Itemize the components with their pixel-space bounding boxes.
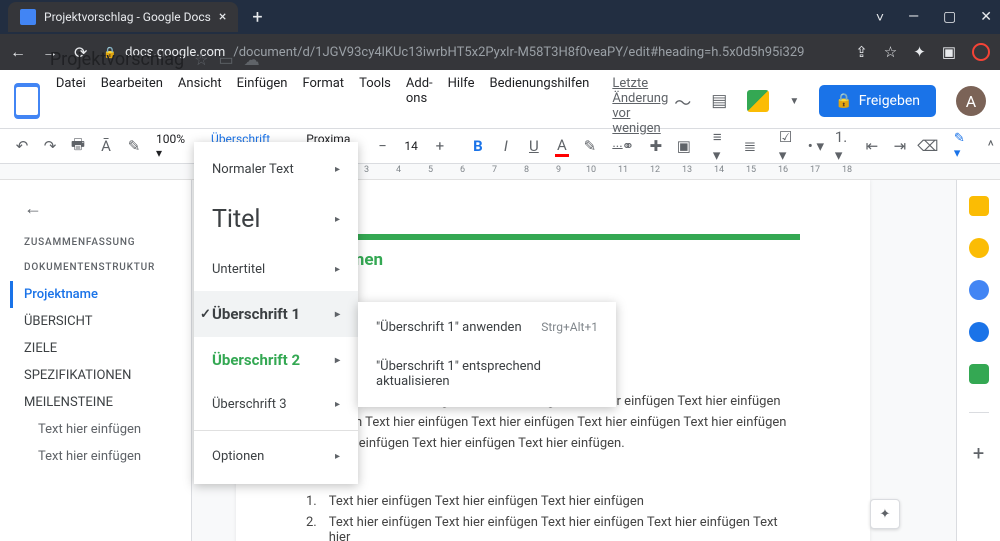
profile-icon[interactable] xyxy=(972,43,990,61)
apply-label: "Überschrift 1" anwenden xyxy=(376,320,522,335)
outline-item-projektname[interactable]: Projektname xyxy=(10,281,191,308)
cloud-icon[interactable]: ☁ xyxy=(244,50,260,69)
decrease-font-button[interactable]: − xyxy=(370,133,394,159)
clear-format-button[interactable]: ⌫ xyxy=(916,133,940,159)
bullet-list-button[interactable]: • ▾ xyxy=(804,133,828,159)
comments-icon[interactable]: ▤ xyxy=(711,91,727,111)
style-heading-1[interactable]: ✓Überschrift 1▸ xyxy=(194,291,358,337)
paint-format-button[interactable]: ✎ xyxy=(122,133,146,159)
increase-font-button[interactable]: + xyxy=(428,133,452,159)
outline-item-uebersicht[interactable]: ÜBERSICHT xyxy=(10,308,191,335)
docs-logo-icon[interactable] xyxy=(14,83,40,119)
underline-button[interactable]: U xyxy=(522,133,546,159)
share-url-icon[interactable]: ⇪ xyxy=(855,43,868,61)
add-addon-button[interactable]: + xyxy=(973,441,984,465)
window-icon[interactable]: ▣ xyxy=(942,43,956,61)
link-button[interactable]: ⚭ xyxy=(616,133,640,159)
browser-titlebar: Projektvorschlag - Google Docs × + ˅ — ▢… xyxy=(0,0,1000,34)
comment-button[interactable]: ✚ xyxy=(644,133,668,159)
outline-back-button[interactable]: ← xyxy=(10,194,191,223)
outline-item-spezifikationen[interactable]: SPEZIFIKATIONEN xyxy=(10,362,191,389)
style-heading-3[interactable]: Überschrift 3▸ xyxy=(194,383,358,426)
checklist-button[interactable]: ☑ ▾ xyxy=(776,133,800,159)
minimize-icon[interactable]: ˅ xyxy=(876,9,884,26)
print-button[interactable]: 🖶 xyxy=(66,133,90,159)
shortcut-label: Strg+Alt+1 xyxy=(541,320,598,335)
lock-share-icon: 🔒 xyxy=(835,93,852,109)
back-button[interactable]: ← xyxy=(10,42,26,62)
text-color-button[interactable]: A xyxy=(550,133,574,159)
tasks-icon[interactable] xyxy=(969,280,989,300)
minimize-btn[interactable]: — xyxy=(908,9,919,26)
maximize-btn[interactable]: ▢ xyxy=(943,9,956,26)
image-button[interactable]: ▣ xyxy=(672,133,696,159)
star-icon[interactable]: ☆ xyxy=(194,50,208,69)
close-window-btn[interactable]: ✕ xyxy=(980,9,992,26)
highlight-button[interactable]: ✎ xyxy=(578,133,602,159)
style-heading-2[interactable]: Überschrift 2▸ xyxy=(194,337,358,383)
outline-item-meilensteine[interactable]: MEILENSTEINE xyxy=(10,389,191,416)
move-icon[interactable]: ▭ xyxy=(218,50,233,69)
summary-heading: ZUSAMMENFASSUNG xyxy=(24,237,191,248)
extension-icon[interactable]: ✦ xyxy=(913,43,926,61)
apply-heading-1[interactable]: "Überschrift 1" anwenden Strg+Alt+1 xyxy=(358,308,616,347)
new-tab-button[interactable]: + xyxy=(252,7,262,28)
meet-dropdown-icon[interactable]: ▼ xyxy=(789,96,799,107)
align-button[interactable]: ≡ ▾ xyxy=(710,133,734,159)
toolbar: ↶ ↷ 🖶 Ā ✎ 100% ▾ Überschrift 1 ▾ Proxima… xyxy=(0,128,1000,164)
style-dropdown: Normaler Text▸ Titel▸ Untertitel▸ ✓Übers… xyxy=(194,142,358,484)
outline-subitem[interactable]: Text hier einfügen xyxy=(10,443,191,470)
increase-indent-button[interactable]: ⇥ xyxy=(888,133,912,159)
ordered-list: 1.Text hier einfügen Text hier einfügen … xyxy=(306,494,800,541)
keep-icon[interactable] xyxy=(969,238,989,258)
decrease-indent-button[interactable]: ⇤ xyxy=(860,133,884,159)
line-spacing-button[interactable]: ≣ xyxy=(738,133,762,159)
style-title[interactable]: Titel▸ xyxy=(194,191,358,248)
bookmark-icon[interactable]: ☆ xyxy=(884,43,897,61)
editing-mode-button[interactable]: ✎ ▾ xyxy=(954,131,965,161)
side-panel: + xyxy=(956,180,1000,541)
browser-tab[interactable]: Projektvorschlag - Google Docs × xyxy=(8,2,238,32)
zoom-select[interactable]: 100% ▾ xyxy=(150,132,191,160)
check-icon: ✓ xyxy=(200,307,211,322)
numbered-list-button[interactable]: 1. ▾ xyxy=(832,133,856,159)
decorative-line xyxy=(306,234,800,240)
update-heading-1[interactable]: "Überschrift 1" entsprechend aktualisier… xyxy=(358,347,616,401)
outline-subitem[interactable]: Text hier einfügen xyxy=(10,416,191,443)
share-label: Freigeben xyxy=(859,93,920,109)
tab-title: Projektvorschlag - Google Docs xyxy=(44,10,211,24)
structure-heading: DOKUMENTENSTRUKTUR xyxy=(24,262,191,273)
maps-icon[interactable] xyxy=(969,364,989,384)
bold-button[interactable]: B xyxy=(466,133,490,159)
account-avatar[interactable]: A xyxy=(956,86,986,116)
window-controls: ˅ — ▢ ✕ xyxy=(876,9,992,26)
redo-button[interactable]: ↷ xyxy=(38,133,62,159)
contacts-icon[interactable] xyxy=(969,322,989,342)
update-label: "Überschrift 1" entsprechend aktualisier… xyxy=(376,359,598,389)
company-heading: ernehmen xyxy=(306,250,800,270)
document-name[interactable]: Projektvorschlag xyxy=(50,49,184,70)
font-size[interactable]: 14 xyxy=(398,139,424,153)
style-subtitle[interactable]: Untertitel▸ xyxy=(194,248,358,291)
style-normal-text[interactable]: Normaler Text▸ xyxy=(194,148,358,191)
collapse-toolbar-button[interactable]: ^ xyxy=(979,133,1000,159)
close-tab-icon[interactable]: × xyxy=(219,9,226,25)
calendar-icon[interactable] xyxy=(969,196,989,216)
activity-icon[interactable]: 〜 xyxy=(674,89,691,114)
spellcheck-button[interactable]: Ā xyxy=(94,133,118,159)
style-submenu: "Überschrift 1" anwenden Strg+Alt+1 "Übe… xyxy=(358,302,616,407)
outline-panel: ← ZUSAMMENFASSUNG DOKUMENTENSTRUKTUR Pro… xyxy=(0,180,192,541)
italic-button[interactable]: I xyxy=(494,133,518,159)
undo-button[interactable]: ↶ xyxy=(10,133,34,159)
meet-icon[interactable] xyxy=(747,90,769,112)
docs-favicon xyxy=(20,9,36,25)
docs-header: Projektvorschlag ☆ ▭ ☁ Datei Bearbeiten … xyxy=(0,70,1000,128)
ruler[interactable]: 21 12 34 56 78 910 1112 1314 1516 1718 xyxy=(0,164,1000,180)
style-options[interactable]: Optionen▸ xyxy=(194,435,358,478)
explore-button[interactable]: ✦ xyxy=(870,499,900,529)
share-button[interactable]: 🔒 Freigeben xyxy=(819,85,936,117)
outline-item-ziele[interactable]: ZIELE xyxy=(10,335,191,362)
